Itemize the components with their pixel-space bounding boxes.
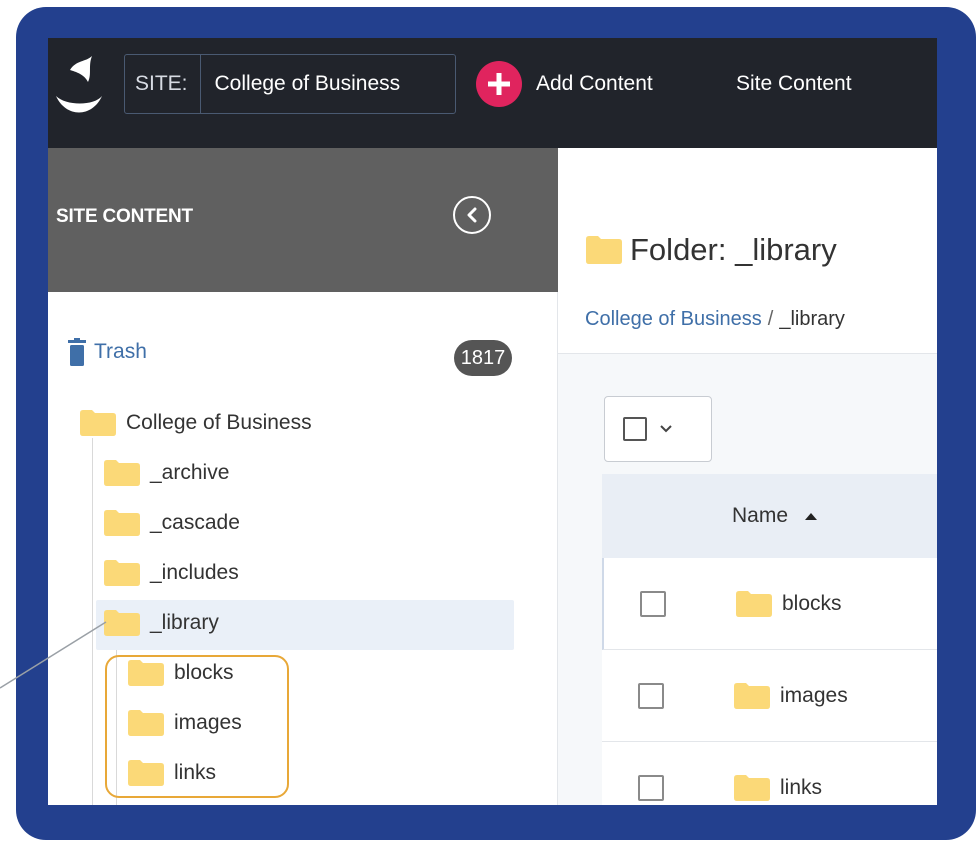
folder-icon	[736, 590, 772, 617]
table-row[interactable]: blocks	[602, 558, 937, 650]
folder-icon	[104, 610, 140, 636]
top-navigation-bar: SITE: College of Business Add Content Si…	[48, 38, 937, 148]
row-name-link[interactable]: blocks	[782, 592, 842, 616]
page-title-text: Folder: _library	[630, 232, 837, 267]
folder-icon	[80, 410, 116, 436]
add-content-button[interactable]: Add Content	[476, 54, 653, 114]
trash-icon	[68, 338, 86, 366]
collapse-sidebar-button[interactable]	[453, 196, 491, 234]
folder-icon	[734, 774, 770, 801]
site-content-nav-link[interactable]: Site Content	[736, 54, 852, 114]
site-switcher-value[interactable]: College of Business	[201, 72, 401, 96]
table-row[interactable]: images	[602, 650, 937, 742]
tree-item-label: _library	[150, 611, 219, 634]
app-screen: SITE: College of Business Add Content Si…	[48, 38, 937, 805]
row-checkbox[interactable]	[640, 590, 666, 617]
page-title: Folder: _library	[586, 232, 837, 268]
row-name-link[interactable]: links	[780, 776, 822, 800]
sidebar-tree: Trash 1817 College of Business _archive …	[48, 292, 558, 805]
breadcrumb-separator: /	[767, 308, 774, 330]
tree-item-library[interactable]: _library	[104, 610, 219, 636]
folder-icon	[104, 460, 140, 486]
trash-link[interactable]: Trash	[68, 338, 147, 366]
tree-item-label: _cascade	[150, 511, 240, 534]
logo-icon[interactable]	[52, 56, 104, 122]
content-header: Folder: _library	[558, 148, 937, 292]
highlight-annotation-box	[105, 655, 289, 798]
folder-icon	[104, 510, 140, 536]
folder-icon	[734, 682, 770, 709]
breadcrumb-parent-link[interactable]: College of Business	[585, 308, 762, 330]
tree-item-cascade[interactable]: _cascade	[104, 510, 240, 536]
checkbox-icon[interactable]	[623, 417, 647, 441]
breadcrumb-current: _library	[779, 308, 845, 330]
trash-count-badge: 1817	[454, 340, 512, 376]
tree-item-label: College of Business	[126, 411, 312, 434]
trash-label: Trash	[94, 340, 147, 363]
name-column-header[interactable]: Name	[732, 504, 788, 528]
tree-item-includes[interactable]: _includes	[104, 560, 239, 586]
site-switcher-label: SITE:	[125, 55, 201, 113]
row-checkbox[interactable]	[638, 774, 664, 801]
add-content-label: Add Content	[536, 72, 653, 95]
breadcrumb-bar: College of Business / _library	[558, 292, 937, 354]
tree-item-archive[interactable]: _archive	[104, 460, 229, 486]
row-checkbox[interactable]	[638, 682, 664, 709]
row-name-link[interactable]: images	[780, 684, 848, 708]
sidebar-title: SITE CONTENT	[56, 206, 193, 227]
sort-asc-icon[interactable]	[804, 512, 818, 521]
breadcrumb: College of Business / _library	[585, 308, 845, 331]
folder-icon	[586, 236, 622, 264]
plus-circle-icon	[476, 61, 522, 107]
chevron-down-icon	[660, 425, 672, 433]
tree-item-label: _archive	[150, 461, 230, 484]
content-list-area: Name blocks images links	[558, 354, 937, 805]
tree-item-college-of-business[interactable]: College of Business	[80, 410, 312, 436]
table-row[interactable]: links	[602, 742, 937, 805]
sidebar-header: SITE CONTENT	[48, 148, 558, 292]
tree-item-label: _includes	[150, 561, 239, 584]
collapse-left-icon	[467, 207, 477, 223]
select-all-dropdown[interactable]	[604, 396, 712, 462]
tree-guide-line	[92, 438, 93, 805]
site-switcher[interactable]: SITE: College of Business	[124, 54, 456, 114]
folder-icon	[104, 560, 140, 586]
table-header-row: Name	[602, 474, 937, 558]
